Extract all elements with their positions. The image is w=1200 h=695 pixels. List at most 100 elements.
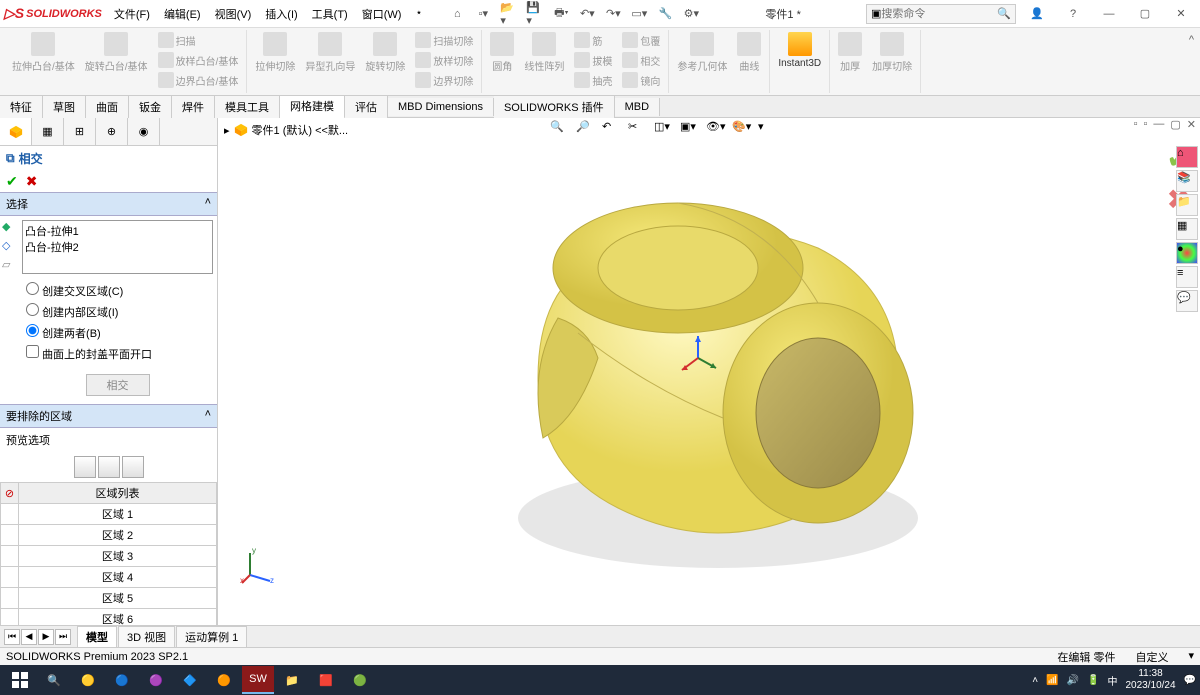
zoom-area-icon[interactable]: 🔎 (576, 120, 596, 140)
help-icon[interactable]: ? (1058, 2, 1088, 26)
tray-battery-icon[interactable]: 🔋 (1087, 675, 1099, 686)
table-row[interactable]: 区域 4 (1, 567, 217, 588)
undo-icon[interactable]: ↶▾ (578, 5, 596, 23)
table-row[interactable]: 区域 3 (1, 546, 217, 567)
radio-cross-regions[interactable]: 创建交叉区域(C) (26, 280, 209, 301)
table-row[interactable]: 区域 5 (1, 588, 217, 609)
extrude-boss-button[interactable]: 拉伸凸台/基体 (8, 30, 79, 90)
task-powerpoint-icon[interactable]: 🟥 (310, 666, 342, 694)
menu-file[interactable]: 文件(F) (108, 4, 156, 24)
custom-props-icon[interactable]: ≡ (1176, 266, 1198, 288)
section-view-icon[interactable]: ✂ (628, 120, 648, 140)
tray-chevron-icon[interactable]: ˄ (1032, 675, 1038, 686)
exclude-section-header[interactable]: 要排除的区域˄ (0, 404, 217, 428)
sweep-cut-button[interactable]: 扫描切除 (411, 30, 477, 50)
breadcrumb[interactable]: ▸ 零件1 (默认) <<默... (224, 122, 348, 138)
preview-tool-2[interactable] (98, 456, 120, 478)
curves-button[interactable]: 曲线 (733, 30, 765, 75)
task-firefox-icon[interactable]: 🟠 (208, 666, 240, 694)
display-style-icon[interactable]: ▣▾ (680, 120, 700, 140)
selection-item[interactable]: 凸台-拉伸2 (25, 239, 210, 255)
selection-item[interactable]: 凸台-拉伸1 (25, 223, 210, 239)
radio-internal-regions[interactable]: 创建内部区域(I) (26, 301, 209, 322)
options-icon[interactable]: ⚙▾ (682, 5, 700, 23)
solid-body-icon[interactable]: ◆ (2, 220, 10, 233)
wrap-button[interactable]: 包覆 (618, 30, 664, 50)
graphics-viewport[interactable]: ▸ 零件1 (默认) <<默... 🔍 🔎 ↶ ✂ ◫▾ ▣▾ 👁▾ 🎨▾ ▾ … (218, 118, 1200, 625)
tab-mesh-modeling[interactable]: 网格建模 (280, 95, 345, 119)
vp-close-button[interactable]: ✕ (1187, 118, 1196, 131)
first-tab-button[interactable]: ⏮ (4, 629, 20, 645)
view-orientation-icon[interactable]: ◫▾ (654, 120, 674, 140)
task-explorer-icon[interactable]: 📁 (276, 666, 308, 694)
surface-body-icon[interactable]: ◇ (2, 239, 10, 252)
tab-model[interactable]: 模型 (77, 626, 117, 648)
preview-tool-1[interactable] (74, 456, 96, 478)
user-icon[interactable]: 👤 (1022, 2, 1052, 26)
ribbon-collapse-icon[interactable]: ^ (1189, 34, 1194, 46)
menu-edit[interactable]: 编辑(E) (158, 4, 207, 24)
apply-scene-icon[interactable]: ▾ (758, 120, 778, 140)
feature-tree-tab[interactable] (0, 118, 32, 145)
task-edge-legacy-icon[interactable]: 🔵 (106, 666, 138, 694)
minimize-button[interactable]: — (1094, 2, 1124, 26)
maximize-button[interactable]: ▢ (1130, 2, 1160, 26)
zoom-fit-icon[interactable]: 🔍 (550, 120, 570, 140)
table-row[interactable]: 区域 2 (1, 525, 217, 546)
menu-view[interactable]: 视图(V) (209, 4, 258, 24)
edit-appearance-icon[interactable]: 🎨▾ (732, 120, 752, 140)
linear-pattern-button[interactable]: 线性阵列 (520, 30, 568, 90)
dimxpert-tab[interactable]: ⊕ (96, 118, 128, 145)
tray-volume-icon[interactable]: 🔊 (1067, 675, 1079, 686)
task-visualstudio-icon[interactable]: 🟣 (140, 666, 172, 694)
rebuild-icon[interactable]: 🔧 (656, 5, 674, 23)
view-triad[interactable]: y z x (240, 545, 280, 585)
vp-restore-icon[interactable]: ▫ (1143, 118, 1147, 131)
hide-show-icon[interactable]: 👁▾ (706, 120, 726, 140)
selection-listbox[interactable]: 凸台-拉伸1 凸台-拉伸2 (22, 220, 213, 274)
display-tab[interactable]: ◉ (128, 118, 160, 145)
new-icon[interactable]: ▫▾ (474, 5, 492, 23)
next-tab-button[interactable]: ▶ (38, 629, 54, 645)
save-icon[interactable]: 💾▾ (526, 5, 544, 23)
forum-icon[interactable]: 💬 (1176, 290, 1198, 312)
previous-view-icon[interactable]: ↶ (602, 120, 622, 140)
command-search[interactable]: ▣ 🔍 (866, 4, 1016, 24)
view-palette-icon[interactable]: ▦ (1176, 218, 1198, 240)
vp-maximize-button[interactable]: ▢ (1170, 118, 1180, 131)
last-tab-button[interactable]: ⏭ (55, 629, 71, 645)
search-icon[interactable]: 🔍 (997, 7, 1011, 20)
thicken-button[interactable]: 加厚 (834, 30, 866, 75)
ok-button[interactable]: ✔ (6, 173, 18, 190)
thicken-cut-button[interactable]: 加厚切除 (868, 30, 916, 75)
sw-resources-icon[interactable]: ⌂ (1176, 146, 1198, 168)
intersect-action-button[interactable]: 相交 (86, 374, 150, 396)
vp-link-icon[interactable]: ▫ (1134, 118, 1138, 131)
boundary-cut-button[interactable]: 边界切除 (411, 70, 477, 90)
fillet-button[interactable]: 圆角 (486, 30, 518, 90)
draft-button[interactable]: 拔模 (570, 50, 616, 70)
task-wechat-icon[interactable]: 🟢 (344, 666, 376, 694)
selection-section-header[interactable]: 选择˄ (0, 192, 217, 216)
boundary-button[interactable]: 边界凸台/基体 (154, 70, 243, 90)
close-button[interactable]: ✕ (1166, 2, 1196, 26)
configuration-tab[interactable]: ⊞ (64, 118, 96, 145)
check-cap-planar[interactable]: 曲面上的封盖平面开口 (26, 343, 209, 364)
task-edge-icon[interactable]: 🔷 (174, 666, 206, 694)
status-custom[interactable]: 自定义 (1135, 649, 1168, 665)
file-explorer-icon[interactable]: 📁 (1176, 194, 1198, 216)
select-icon[interactable]: ▭▾ (630, 5, 648, 23)
tab-sketch[interactable]: 草图 (43, 96, 86, 118)
plane-icon[interactable]: ▱ (2, 258, 10, 271)
menu-insert[interactable]: 插入(I) (259, 4, 303, 24)
instant3d-button[interactable]: Instant3D (774, 30, 825, 71)
mirror-button[interactable]: 镜向 (618, 70, 664, 90)
loft-button[interactable]: 放样凸台/基体 (154, 50, 243, 70)
open-icon[interactable]: 📂▾ (500, 5, 518, 23)
tab-3d-views[interactable]: 3D 视图 (118, 626, 175, 648)
tab-motion-study[interactable]: 运动算例 1 (176, 626, 247, 648)
start-button[interactable] (4, 666, 36, 694)
tab-weldments[interactable]: 焊件 (172, 96, 215, 118)
tab-features[interactable]: 特征 (0, 96, 43, 118)
vp-minimize-button[interactable]: — (1153, 118, 1164, 131)
